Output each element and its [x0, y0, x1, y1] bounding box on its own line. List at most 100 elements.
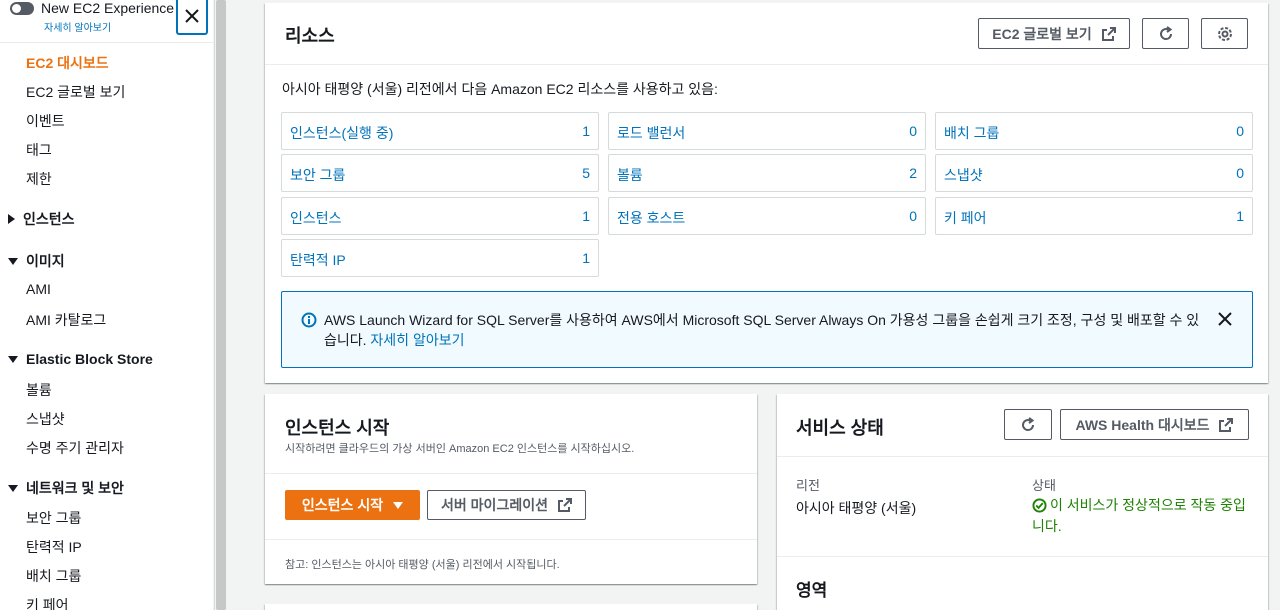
health-refresh-button[interactable] — [1004, 409, 1052, 440]
new-experience-label: New EC2 Experience — [41, 0, 175, 16]
learn-more-link[interactable]: 자세히 알아보기 — [44, 19, 111, 34]
resource-count: 1 — [1236, 208, 1244, 224]
external-link-icon — [1101, 26, 1116, 41]
nav-section-network-security[interactable]: 네트워크 및 보안 — [8, 478, 124, 498]
info-message: AWS Launch Wizard for SQL Server를 사용하여 A… — [324, 310, 1204, 350]
settings-button[interactable] — [1201, 18, 1248, 49]
launch-instance-subtitle: 시작하려면 클라우드의 가상 서버인 Amazon EC2 인스턴스를 시작하십… — [285, 443, 635, 455]
nav-ami-catalog[interactable]: AMI 카탈로그 — [26, 310, 106, 330]
resource-label: 전용 호스트 — [617, 210, 686, 226]
resource-snapshots[interactable]: 스냅샷 0 — [935, 154, 1253, 192]
resource-volumes[interactable]: 볼륨 2 — [608, 154, 926, 192]
region-value: 아시아 태평양 (서울) — [796, 500, 917, 516]
resource-label: 볼륨 — [617, 167, 643, 183]
resource-count: 1 — [582, 250, 590, 266]
nav-section-label: 네트워크 및 보안 — [26, 480, 124, 496]
status-key: 상태 — [1032, 478, 1056, 493]
resource-count: 5 — [582, 165, 590, 181]
resource-label: 배치 그룹 — [944, 125, 1000, 141]
nav-section-instances[interactable]: 인스턴스 — [8, 209, 75, 229]
resource-count: 2 — [909, 165, 917, 181]
caret-right-icon — [8, 214, 15, 224]
sidebar: New EC2 Experience 자세히 알아보기 EC2 대시보드 EC2… — [0, 0, 213, 610]
caret-down-icon — [393, 501, 404, 509]
nav-events[interactable]: 이벤트 — [26, 111, 65, 131]
resource-label: 키 페어 — [944, 210, 987, 226]
new-experience-toggle[interactable] — [10, 2, 34, 15]
nav-limits[interactable]: 제한 — [26, 169, 52, 189]
caret-down-icon — [8, 257, 18, 265]
launch-instance-button[interactable]: 인스턴스 시작 — [285, 490, 420, 520]
resource-label: 탄력적 IP — [290, 252, 346, 268]
close-sidebar-button[interactable] — [176, 0, 208, 35]
button-label: EC2 글로벌 보기 — [992, 25, 1092, 42]
button-label: 인스턴스 시작 — [301, 497, 384, 513]
caret-down-icon — [8, 355, 18, 363]
external-link-icon — [1219, 417, 1234, 432]
resource-label: 인스턴스(실행 중) — [290, 125, 394, 141]
resource-placement-groups[interactable]: 배치 그룹 0 — [935, 112, 1253, 150]
launch-wizard-info-alert: AWS Launch Wizard for SQL Server를 사용하여 A… — [281, 291, 1253, 368]
section-divider — [777, 556, 1268, 557]
resource-count: 1 — [582, 208, 590, 224]
refresh-button[interactable] — [1142, 18, 1189, 49]
info-learn-more-link[interactable]: 자세히 알아보기 — [370, 332, 464, 348]
footer-divider — [265, 539, 757, 540]
nav-key-pairs[interactable]: 키 페어 — [26, 595, 69, 610]
nav-ec2-global-view[interactable]: EC2 글로벌 보기 — [26, 82, 125, 102]
next-panel — [265, 604, 757, 610]
resource-instances-running[interactable]: 인스턴스(실행 중) 1 — [281, 112, 599, 150]
nav-ec2-dashboard[interactable]: EC2 대시보드 — [26, 53, 109, 73]
nav-section-ebs[interactable]: Elastic Block Store — [8, 351, 153, 367]
nav-section-label: 인스턴스 — [23, 211, 75, 227]
gear-icon — [1217, 26, 1232, 41]
caret-down-icon — [8, 484, 18, 492]
nav-section-images[interactable]: 이미지 — [8, 251, 65, 271]
nav-section-label: 이미지 — [26, 253, 65, 269]
resource-count: 0 — [909, 208, 917, 224]
nav-section-label: Elastic Block Store — [26, 351, 153, 367]
scrollbar-thumb[interactable] — [216, 0, 226, 610]
ec2-global-view-button[interactable]: EC2 글로벌 보기 — [978, 18, 1130, 49]
nav-placement-groups[interactable]: 배치 그룹 — [26, 566, 81, 586]
nav-volumes[interactable]: 볼륨 — [26, 380, 52, 400]
region-key: 리전 — [796, 478, 820, 493]
resource-instances[interactable]: 인스턴스 1 — [281, 197, 599, 235]
server-migration-button[interactable]: 서버 마이그레이션 — [427, 490, 586, 520]
service-health-panel: 서비스 상태 AWS Health 대시보드 리전 아시아 태평양 (서울) 상… — [777, 394, 1268, 610]
nav-security-groups[interactable]: 보안 그룹 — [26, 508, 81, 528]
close-icon[interactable] — [1218, 312, 1232, 326]
header-divider — [265, 64, 1268, 65]
resource-count: 0 — [909, 123, 917, 139]
resource-count: 1 — [582, 123, 590, 139]
new-experience-toggle-row: New EC2 Experience 자세히 알아보기 — [8, 0, 208, 40]
launch-instance-title: 인스턴스 시작 — [285, 418, 390, 438]
nav-snapshots[interactable]: 스냅샷 — [26, 409, 65, 429]
status-value: 이 서비스가 정상적으로 작동 중입니다. — [1032, 497, 1246, 534]
nav-elastic-ips[interactable]: 탄력적 IP — [26, 537, 82, 557]
resource-label: 인스턴스 — [290, 210, 342, 226]
refresh-icon — [1159, 25, 1172, 40]
resource-dedicated-hosts[interactable]: 전용 호스트 0 — [608, 197, 926, 235]
header-divider — [265, 473, 757, 474]
nav-ami[interactable]: AMI — [26, 281, 51, 297]
sidebar-divider — [0, 42, 213, 43]
resources-title: 리소스 — [285, 26, 335, 46]
sidebar-scrollbar[interactable] — [214, 0, 226, 610]
zones-title: 영역 — [796, 581, 828, 600]
resource-label: 보안 그룹 — [290, 167, 346, 183]
resource-security-groups[interactable]: 보안 그룹 5 — [281, 154, 599, 192]
resource-load-balancers[interactable]: 로드 밸런서 0 — [608, 112, 926, 150]
resource-elastic-ips[interactable]: 탄력적 IP 1 — [281, 239, 599, 277]
refresh-icon — [1022, 416, 1035, 431]
resource-key-pairs[interactable]: 키 페어 1 — [935, 197, 1253, 235]
nav-lifecycle-manager[interactable]: 수명 주기 관리자 — [26, 438, 124, 458]
nav-tags[interactable]: 태그 — [26, 140, 52, 160]
resource-label: 스냅샷 — [944, 167, 983, 183]
resource-count: 0 — [1236, 123, 1244, 139]
aws-health-dashboard-button[interactable]: AWS Health 대시보드 — [1060, 409, 1249, 440]
info-icon — [301, 312, 317, 328]
launch-instance-panel: 인스턴스 시작 시작하려면 클라우드의 가상 서버인 Amazon EC2 인스… — [265, 394, 757, 584]
service-health-title: 서비스 상태 — [796, 418, 884, 438]
close-icon — [185, 8, 199, 23]
